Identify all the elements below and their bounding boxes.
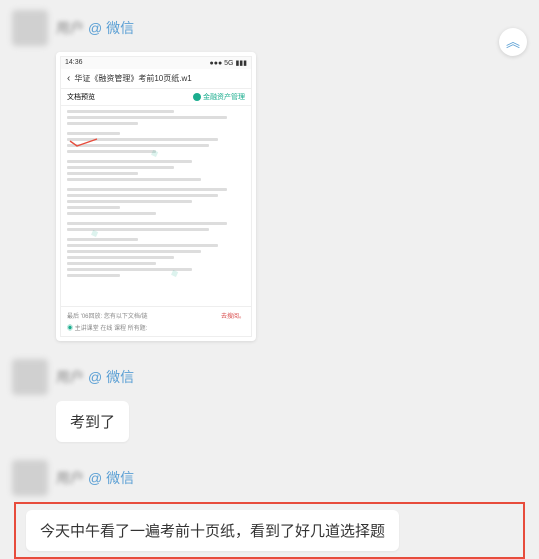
- document-footer: 最后 '06回放: 您有以下文档/链 去搜阅。 ◉ 主讲课堂 在线 课程 所有题…: [61, 306, 251, 336]
- sender-name: 用户: [56, 468, 84, 488]
- document-body: ◆ ◆ ◆: [61, 106, 251, 306]
- highlight-annotation: 今天中午看了一遍考前十页纸，看到了好几道选择题: [14, 502, 525, 559]
- phone-status-bar: 14:36 ●●● 5G ▮▮▮: [61, 57, 251, 69]
- chat-container: ︽ 用户 @ 微信 14:36 ●●● 5G ▮▮▮ ‹ 华证《融资管理》考前1…: [0, 0, 539, 530]
- brand-badge: 金融资产管理: [193, 92, 245, 102]
- message-text: 今天中午看了一遍考前十页纸，看到了好几道选择题: [40, 523, 385, 540]
- brand-dot-icon: [193, 93, 201, 101]
- brand-text: 金融资产管理: [203, 92, 245, 102]
- red-checkmark-annotation: [69, 138, 99, 148]
- avatar[interactable]: [12, 359, 48, 395]
- sender-row: 用户 @ 微信: [12, 460, 527, 496]
- wechat-source-tag: @ 微信: [88, 367, 134, 387]
- footer-bullet-icon: ◉: [67, 326, 75, 332]
- message-bubble[interactable]: 今天中午看了一遍考前十页纸，看到了好几道选择题: [26, 510, 399, 551]
- wechat-source-tag: @ 微信: [88, 468, 134, 488]
- sender-row: 用户 @ 微信: [12, 10, 527, 46]
- sender-name: 用户: [56, 367, 84, 387]
- scroll-top-button[interactable]: ︽: [499, 28, 527, 56]
- phone-time: 14:36: [65, 59, 83, 67]
- message-bubble[interactable]: 考到了: [56, 401, 129, 442]
- document-title: 华证《融资管理》考前10页纸.w1: [74, 73, 245, 84]
- avatar[interactable]: [12, 460, 48, 496]
- footer-sub: 主讲课堂 在线 课程 所有题:: [75, 326, 148, 332]
- sub-left: 文档预览: [67, 92, 95, 102]
- phone-subheader: 文档预览 金融资产管理: [61, 89, 251, 106]
- avatar[interactable]: [12, 10, 48, 46]
- message-text: 考到了: [70, 414, 115, 431]
- message-group-3: 用户 @ 微信 今天中午看了一遍考前十页纸，看到了好几道选择题: [12, 460, 527, 559]
- sender-row: 用户 @ 微信: [12, 359, 527, 395]
- phone-signal: ●●● 5G ▮▮▮: [210, 59, 247, 67]
- phone-screenshot: 14:36 ●●● 5G ▮▮▮ ‹ 华证《融资管理》考前10页纸.w1 文档预…: [60, 56, 252, 337]
- back-icon: ‹: [67, 73, 70, 84]
- chevron-up-icon: ︽: [506, 32, 520, 52]
- footer-right: 去搜阅。: [221, 311, 245, 320]
- image-attachment[interactable]: 14:36 ●●● 5G ▮▮▮ ‹ 华证《融资管理》考前10页纸.w1 文档预…: [56, 52, 256, 341]
- wechat-source-tag: @ 微信: [88, 18, 134, 38]
- phone-header: ‹ 华证《融资管理》考前10页纸.w1: [61, 69, 251, 89]
- message-group-1: 用户 @ 微信 14:36 ●●● 5G ▮▮▮ ‹ 华证《融资管理》考前10页…: [12, 10, 527, 341]
- sender-name: 用户: [56, 18, 84, 38]
- footer-main: 最后 '06回放: 您有以下文档/链: [67, 311, 148, 320]
- message-group-2: 用户 @ 微信 考到了: [12, 359, 527, 442]
